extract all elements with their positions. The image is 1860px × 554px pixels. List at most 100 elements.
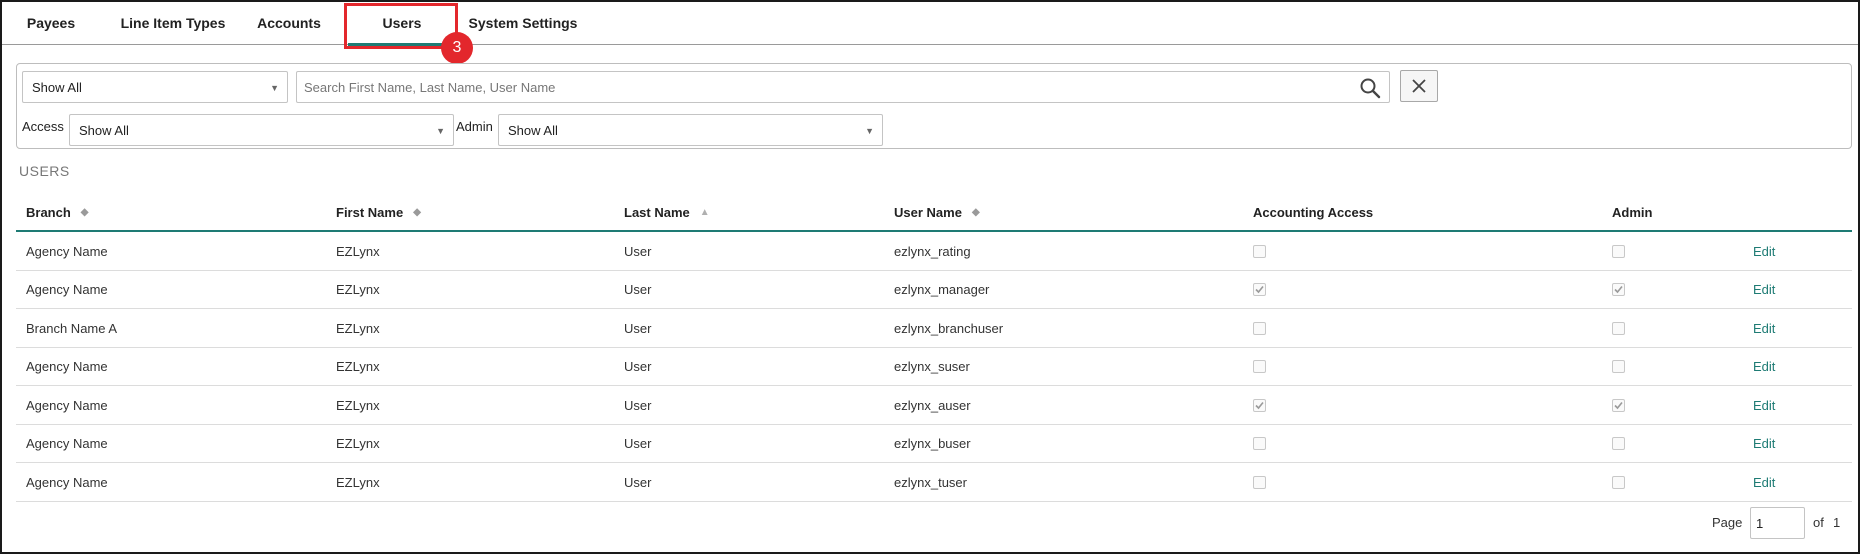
accounting-access-checkbox[interactable] (1253, 437, 1266, 450)
close-icon (1412, 79, 1426, 93)
cell-last-name-cell: User (624, 463, 651, 501)
total-pages: 1 (1833, 515, 1841, 530)
tab-label: Payees (26, 14, 76, 31)
tab-accounts[interactable]: Accounts (249, 2, 329, 45)
cell-last-name: User (624, 282, 652, 297)
cell-user-name-cell: ezlynx_tuser (894, 463, 967, 501)
column-header-label: First Name (336, 204, 404, 220)
users-table: Branch ◆ First Name ◆ Last Name ▲ User Name… (16, 192, 1852, 502)
clear-search-button[interactable] (1400, 70, 1438, 102)
cell-first-name-cell: EZLynx (336, 386, 380, 424)
cell-user-name: ezlynx_rating (894, 243, 971, 259)
table-row: Branch Name A EZLynx User ezlynx_branchuser… (16, 309, 1852, 348)
cell-user-name: ezlynx_buser (894, 436, 971, 451)
cell-first-name: EZLynx (336, 243, 380, 259)
tab-label: Accounts (257, 14, 321, 31)
section-title: USERS (19, 163, 70, 179)
cell-branch-cell: Agency Name (26, 271, 108, 309)
branch-filter-select[interactable]: Show All ▼ (22, 71, 288, 103)
cell-user-name-cell: ezlynx_buser (894, 425, 971, 463)
admin-checkbox[interactable] (1612, 437, 1625, 450)
page-label: Page (1712, 515, 1743, 530)
admin-checkbox[interactable] (1612, 475, 1625, 489)
edit-link-cell: Edit (1753, 348, 1775, 386)
edit-link-cell: Edit (1753, 463, 1775, 501)
admin-checkbox-cell (1612, 463, 1625, 501)
cell-branch-cell: Branch Name A (26, 309, 117, 347)
admin-checkbox-cell (1612, 348, 1625, 386)
cell-branch-cell: Agency Name (26, 348, 108, 386)
admin-checkbox-cell (1612, 425, 1625, 463)
search-input[interactable] (297, 72, 1337, 102)
tab-system-settings[interactable]: System Settings (461, 2, 585, 45)
edit-link[interactable]: Edit (1753, 244, 1775, 259)
tab-label: Line Item Types (120, 14, 226, 31)
edit-link[interactable]: Edit (1753, 475, 1775, 490)
cell-first-name: EZLynx (336, 282, 380, 297)
edit-link-cell: Edit (1753, 386, 1775, 424)
cell-first-name-cell: EZLynx (336, 271, 380, 309)
accounting-access-checkbox[interactable] (1253, 475, 1266, 489)
chevron-down-icon: ▼ (865, 126, 874, 136)
cell-branch-cell: Agency Name (26, 425, 108, 463)
accounting-access-checkbox[interactable] (1253, 244, 1266, 258)
cell-last-name: User (624, 474, 652, 490)
admin-checkbox[interactable] (1612, 244, 1625, 258)
cell-first-name: EZLynx (336, 397, 380, 413)
column-header-branch[interactable]: Branch ◆ (26, 192, 89, 232)
column-header-label: Last Name (624, 204, 690, 220)
edit-link[interactable]: Edit (1753, 282, 1775, 297)
accounting-access-checkbox[interactable] (1253, 321, 1266, 335)
page-number-input[interactable] (1750, 507, 1805, 539)
cell-user-name: ezlynx_auser (894, 397, 971, 413)
checkmark-icon (1614, 401, 1623, 409)
accounting-access-checkbox-cell (1253, 425, 1266, 463)
edit-link[interactable]: Edit (1753, 436, 1775, 451)
admin-checkbox-cell (1612, 309, 1625, 347)
cell-last-name-cell: User (624, 232, 651, 270)
cell-branch: Agency Name (26, 359, 108, 374)
accounting-access-checkbox[interactable] (1253, 283, 1266, 296)
tab-line-item-types[interactable]: Line Item Types (110, 2, 236, 45)
table-row: Agency Name EZLynx User ezlynx_suser Edit (16, 348, 1852, 386)
edit-link[interactable]: Edit (1753, 321, 1775, 336)
cell-first-name-cell: EZLynx (336, 232, 380, 270)
cell-first-name: EZLynx (336, 436, 380, 451)
cell-last-name-cell: User (624, 425, 651, 463)
column-header-first-name[interactable]: First Name ◆ (336, 192, 421, 232)
tab-payees[interactable]: Payees (14, 2, 88, 45)
search-icon[interactable] (1359, 77, 1381, 99)
column-header-label: Accounting Access (1253, 204, 1374, 220)
table-row: Agency Name EZLynx User ezlynx_tuser Edit (16, 463, 1852, 502)
cell-branch: Agency Name (26, 397, 108, 413)
accounting-access-checkbox-cell (1253, 309, 1266, 347)
accounting-access-checkbox-cell (1253, 232, 1266, 270)
cell-last-name-cell: User (624, 386, 651, 424)
access-filter-select[interactable]: Show All ▼ (69, 114, 454, 146)
admin-checkbox[interactable] (1612, 321, 1625, 335)
tab-label: System Settings (468, 14, 578, 31)
accounting-access-checkbox[interactable] (1253, 360, 1266, 373)
admin-checkbox[interactable] (1612, 398, 1625, 412)
of-label: of (1813, 515, 1824, 530)
edit-link-cell: Edit (1753, 425, 1775, 463)
cell-user-name-cell: ezlynx_branchuser (894, 309, 1003, 347)
cell-user-name: ezlynx_tuser (894, 474, 967, 490)
cell-branch: Agency Name (26, 243, 108, 259)
edit-link[interactable]: Edit (1753, 359, 1775, 374)
cell-last-name-cell: User (624, 348, 651, 386)
admin-checkbox[interactable] (1612, 283, 1625, 296)
admin-checkbox[interactable] (1612, 360, 1625, 373)
column-header-user-name[interactable]: User Name ◆ (894, 192, 980, 232)
chevron-down-icon: ▼ (270, 83, 279, 93)
admin-filter-select[interactable]: Show All ▼ (498, 114, 883, 146)
cell-first-name-cell: EZLynx (336, 348, 380, 386)
edit-link-cell: Edit (1753, 271, 1775, 309)
column-header-last-name[interactable]: Last Name ▲ (624, 192, 710, 232)
branch-filter-value: Show All (32, 79, 82, 95)
accounting-access-checkbox[interactable] (1253, 398, 1266, 412)
cell-user-name-cell: ezlynx_rating (894, 232, 971, 270)
cell-branch-cell: Agency Name (26, 232, 108, 270)
cell-last-name-cell: User (624, 309, 651, 347)
edit-link[interactable]: Edit (1753, 398, 1775, 413)
